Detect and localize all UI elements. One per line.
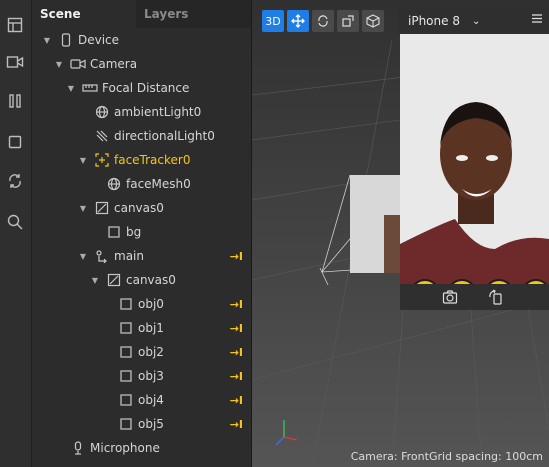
tree-item-Camera[interactable]: ▼ Camera xyxy=(32,52,251,76)
tree-item-Focal Distance[interactable]: ▼ Focal Distance xyxy=(32,76,251,100)
rect-icon xyxy=(118,344,134,360)
tree-item-label: obj0 xyxy=(138,297,164,311)
tree-item-obj5[interactable]: obj5 →I xyxy=(32,412,251,436)
link-arrow-icon[interactable]: →I xyxy=(230,298,243,311)
rect-icon xyxy=(118,416,134,432)
layout-icon[interactable] xyxy=(2,12,28,38)
device-name: iPhone 8 xyxy=(408,14,460,28)
tab-scene[interactable]: Scene xyxy=(32,0,136,28)
tree-item-label: canvas0 xyxy=(126,273,176,287)
tree-item-obj4[interactable]: obj4 →I xyxy=(32,388,251,412)
phone-preview[interactable]: happyhatfunlo... xyxy=(400,34,549,284)
tree-item-obj2[interactable]: obj2 →I xyxy=(32,340,251,364)
tree-item-label: bg xyxy=(126,225,142,239)
rect-icon xyxy=(118,320,134,336)
square-icon[interactable] xyxy=(2,129,28,155)
globe-icon xyxy=(94,104,110,120)
tree-item-obj1[interactable]: obj1 →I xyxy=(32,316,251,340)
rect-icon xyxy=(118,392,134,408)
rotate-tool-button[interactable] xyxy=(312,10,334,32)
scale-icon xyxy=(342,15,354,27)
tree-item-label: faceMesh0 xyxy=(126,177,191,191)
tree-item-label: obj2 xyxy=(138,345,164,359)
video-icon[interactable] xyxy=(2,49,28,75)
panel-tabs: Scene Layers xyxy=(32,0,251,28)
focal-icon xyxy=(82,80,98,96)
expand-arrow-icon[interactable]: ▼ xyxy=(78,204,88,213)
rect-icon xyxy=(118,368,134,384)
switch-camera-icon[interactable] xyxy=(442,289,458,309)
face-image xyxy=(400,34,549,284)
tree-item-bg[interactable]: bg xyxy=(32,220,251,244)
tree-item-label: Device xyxy=(78,33,120,47)
move-tool-button[interactable] xyxy=(287,10,309,32)
expand-arrow-icon[interactable]: ▼ xyxy=(54,60,64,69)
tree-item-label: obj4 xyxy=(138,393,164,407)
tree-item-faceTracker0[interactable]: ▼ faceTracker0 xyxy=(32,148,251,172)
pause-icon[interactable] xyxy=(2,88,28,114)
search-icon[interactable] xyxy=(2,209,28,235)
phone-controls xyxy=(400,284,549,310)
microphone-icon xyxy=(70,440,86,456)
tree-item-label: canvas0 xyxy=(114,201,164,215)
rect-icon xyxy=(106,224,122,240)
tree-item-main[interactable]: ▼ main →I xyxy=(32,244,251,268)
rotate-icon xyxy=(318,15,328,27)
link-arrow-icon[interactable]: →I xyxy=(230,346,243,359)
link-arrow-icon[interactable]: →I xyxy=(230,322,243,335)
link-arrow-icon[interactable]: →I xyxy=(230,418,243,431)
canvas-icon xyxy=(106,272,122,288)
cube-view-button[interactable] xyxy=(362,10,384,32)
tree-item-label: Microphone xyxy=(90,441,160,455)
link-arrow-icon[interactable]: →I xyxy=(230,370,243,383)
tree-item-label: main xyxy=(114,249,144,263)
tree-item-faceMesh0[interactable]: faceMesh0 xyxy=(32,172,251,196)
tree-item-label: directionalLight0 xyxy=(114,129,215,143)
expand-arrow-icon[interactable]: ▼ xyxy=(78,156,88,165)
tree-item-canvas0[interactable]: ▼ canvas0 xyxy=(32,196,251,220)
tree-item-canvas0[interactable]: ▼ canvas0 xyxy=(32,268,251,292)
tree-item-label: Focal Distance xyxy=(102,81,190,95)
tree-item-Device[interactable]: ▼ Device xyxy=(32,28,251,52)
rotate-device-icon[interactable] xyxy=(488,289,504,309)
tree-item-label: ambientLight0 xyxy=(114,105,202,119)
move-icon xyxy=(291,14,305,28)
tree-item-label: faceTracker0 xyxy=(114,153,191,167)
expand-arrow-icon[interactable]: ▼ xyxy=(66,84,76,93)
expand-arrow-icon[interactable]: ▼ xyxy=(42,36,52,45)
globe-icon xyxy=(106,176,122,192)
menu-icon[interactable] xyxy=(531,12,543,27)
mode-3d-button[interactable]: 3D xyxy=(262,10,284,32)
tree-item-directionalLight0[interactable]: directionalLight0 xyxy=(32,124,251,148)
tree-item-obj3[interactable]: obj3 →I xyxy=(32,364,251,388)
tab-layers[interactable]: Layers xyxy=(136,0,232,28)
directional-light-icon xyxy=(94,128,110,144)
scale-tool-button[interactable] xyxy=(337,10,359,32)
expand-arrow-icon[interactable]: ▼ xyxy=(90,276,100,285)
chevron-down-icon: ⌄ xyxy=(471,15,481,27)
canvas-icon xyxy=(94,200,110,216)
link-arrow-icon[interactable]: →I xyxy=(230,250,243,263)
viewport-toolbar: 3D xyxy=(262,10,387,32)
device-icon xyxy=(58,32,74,48)
null-object-icon xyxy=(94,248,110,264)
link-arrow-icon[interactable]: →I xyxy=(230,394,243,407)
rect-icon xyxy=(118,296,134,312)
cube-icon xyxy=(366,14,380,28)
refresh-icon[interactable] xyxy=(2,168,28,194)
face-tracker-icon xyxy=(94,152,110,168)
left-toolbar xyxy=(0,0,32,467)
camera-icon xyxy=(70,56,86,72)
tree-item-Microphone[interactable]: Microphone xyxy=(32,436,251,460)
expand-arrow-icon[interactable]: ▼ xyxy=(78,252,88,261)
tree-item-label: obj5 xyxy=(138,417,164,431)
tree-item-label: Camera xyxy=(90,57,138,71)
viewport-status: Camera: FrontGrid spacing: 100cm xyxy=(350,450,543,463)
device-selector[interactable]: iPhone 8 ⌄ xyxy=(398,8,549,34)
scene-panel: Scene Layers ▼ Device ▼ Camera ▼ Focal Distan… xyxy=(32,0,252,467)
tree-item-label: obj3 xyxy=(138,369,164,383)
tree-item-obj0[interactable]: obj0 →I xyxy=(32,292,251,316)
tree-item-label: obj1 xyxy=(138,321,164,335)
tree-item-ambientLight0[interactable]: ambientLight0 xyxy=(32,100,251,124)
